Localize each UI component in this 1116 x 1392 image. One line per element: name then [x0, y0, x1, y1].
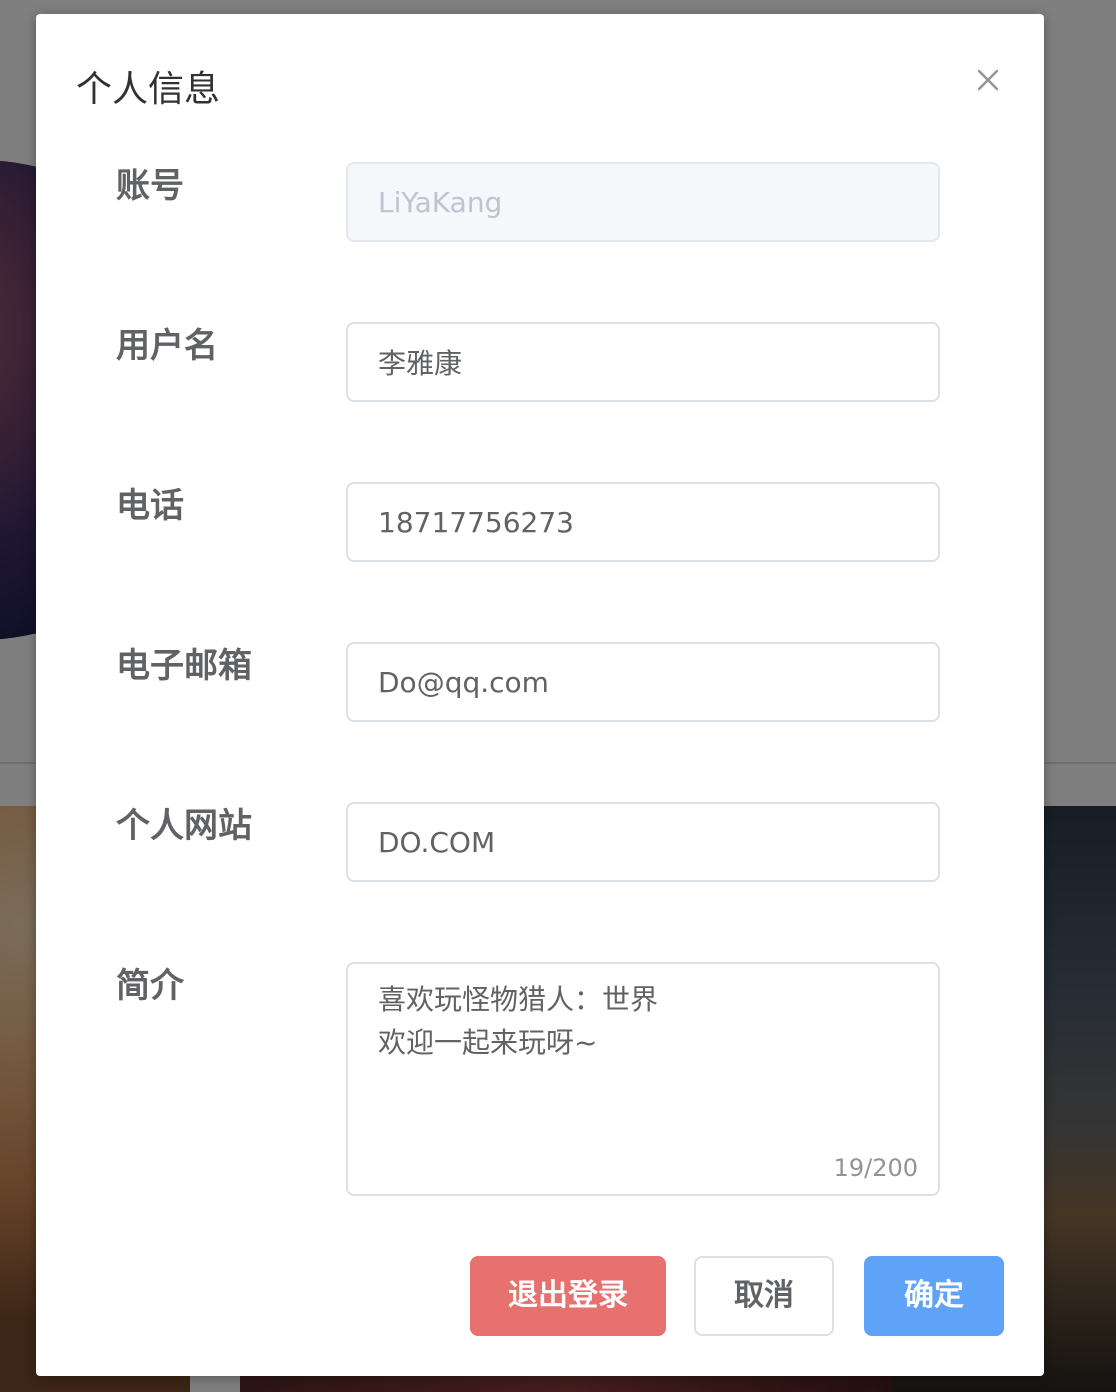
logout-button[interactable]: 退出登录: [470, 1256, 666, 1336]
phone-input[interactable]: [346, 482, 940, 562]
account-label: 账号: [116, 166, 184, 206]
bio-textarea-wrapper: 喜欢玩怪物猎人：世界 欢迎一起来玩呀~ 19/200: [346, 962, 940, 1196]
dialog-title: 个人信息: [76, 69, 221, 110]
account-input: [346, 162, 940, 242]
website-label: 个人网站: [116, 806, 252, 846]
cancel-button[interactable]: 取消: [694, 1256, 834, 1336]
email-input[interactable]: [346, 642, 940, 722]
website-input[interactable]: [346, 802, 940, 882]
profile-dialog: 个人信息 账号 用户名 电话 电子邮箱 个人网站 简介 喜欢玩怪物猎: [36, 14, 1044, 1376]
phone-label: 电话: [116, 486, 184, 526]
bio-label: 简介: [116, 966, 184, 1006]
email-label: 电子邮箱: [116, 646, 252, 686]
username-label: 用户名: [116, 326, 218, 366]
close-button[interactable]: [968, 60, 1008, 100]
bio-word-count: 19/200: [833, 1154, 918, 1182]
confirm-button[interactable]: 确定: [864, 1256, 1004, 1336]
username-input[interactable]: [346, 322, 940, 402]
close-icon: [968, 60, 1008, 100]
